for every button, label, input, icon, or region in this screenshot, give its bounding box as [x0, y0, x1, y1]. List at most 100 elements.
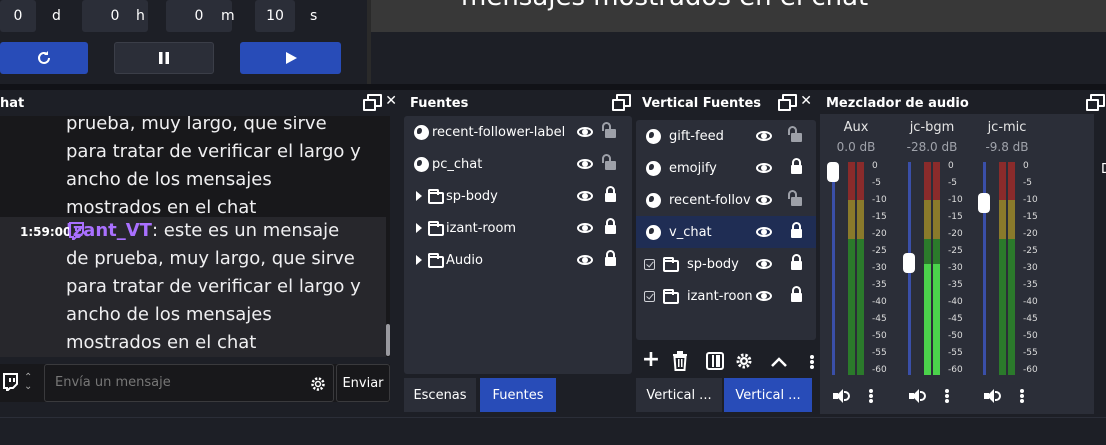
lock-icon[interactable]	[791, 286, 802, 302]
scale-label: -40	[872, 297, 887, 307]
float-icon[interactable]	[363, 94, 383, 111]
expand-caret-icon[interactable]	[416, 191, 422, 201]
source-label: Audio	[446, 252, 483, 268]
scale-label: -5	[872, 178, 881, 188]
eye-icon[interactable]	[577, 159, 593, 169]
vsource-item-recent-follower[interactable]: recent-follov	[636, 184, 816, 216]
expand-caret-icon[interactable]	[416, 223, 422, 233]
source-label: recent-follower-label	[432, 124, 566, 140]
seconds-unit: s	[310, 8, 318, 24]
float-icon[interactable]	[778, 94, 798, 111]
add-icon[interactable]: +	[640, 349, 662, 372]
channel-menu-button[interactable]	[1011, 383, 1033, 409]
expand-caret-icon[interactable]	[416, 255, 422, 265]
twitch-icon[interactable]	[2, 373, 18, 391]
send-button[interactable]: Enviar	[336, 364, 390, 402]
lock-open-icon[interactable]	[602, 122, 616, 138]
mute-button[interactable]	[981, 383, 1005, 409]
fader-track[interactable]	[832, 162, 835, 375]
eye-icon[interactable]	[756, 163, 772, 173]
float-icon[interactable]	[1086, 94, 1105, 111]
source-item-izant-room[interactable]: izant-room	[404, 212, 632, 244]
more-icon	[945, 389, 949, 403]
scale-label: -45	[1023, 314, 1038, 324]
channel-menu-button[interactable]	[936, 383, 958, 409]
vertical-sources-titlebar: Vertical Fuentes ✕	[636, 90, 816, 116]
play-icon	[285, 52, 297, 64]
source-item-pc-chat[interactable]: pc_chat	[404, 148, 632, 180]
eye-icon[interactable]	[756, 259, 772, 269]
mute-button[interactable]	[830, 383, 854, 409]
close-icon[interactable]: ✕	[385, 94, 397, 108]
days-input[interactable]: 0	[0, 0, 36, 32]
mute-button[interactable]	[906, 383, 930, 409]
chat-scrollbar[interactable]	[386, 324, 390, 356]
vsource-item-izant-room[interactable]: izant-roon	[636, 280, 816, 312]
chat-input-placeholder: Envía un mensaje	[55, 375, 171, 390]
lock-open-icon[interactable]	[788, 190, 802, 206]
chat-panel: hat ✕ prueba, muy largo, que sirve para …	[0, 90, 401, 415]
lock-open-icon[interactable]	[788, 126, 802, 142]
vsource-item-v-chat[interactable]: v_chat	[636, 216, 816, 248]
eye-icon[interactable]	[577, 191, 593, 201]
vsource-item-sp-body[interactable]: sp-body	[636, 248, 816, 280]
channel-name: jc-bgm	[909, 120, 955, 135]
browser-icon	[646, 128, 661, 144]
channel-db: -9.8 dB	[985, 140, 1029, 154]
fader-handle[interactable]	[903, 252, 915, 273]
checkbox-icon[interactable]	[644, 290, 655, 302]
play-button[interactable]	[240, 42, 341, 74]
eye-icon[interactable]	[756, 291, 772, 301]
float-icon[interactable]	[612, 94, 631, 111]
source-item-sp-body[interactable]: sp-body	[404, 180, 632, 212]
filters-icon[interactable]	[706, 352, 724, 370]
more-icon[interactable]	[810, 355, 814, 369]
source-item-audio[interactable]: Audio	[404, 244, 632, 276]
tab-fuentes[interactable]: Fuentes	[480, 378, 556, 412]
speaker-icon	[984, 389, 1002, 403]
tab-vertical-fuentes[interactable]: Vertical ...	[724, 378, 812, 412]
gear-icon[interactable]	[735, 352, 753, 370]
tab-escenas[interactable]: Escenas	[404, 378, 476, 412]
vsource-item-emojify[interactable]: emojify	[636, 152, 816, 184]
eye-icon[interactable]	[577, 127, 593, 137]
lock-icon[interactable]	[791, 254, 802, 270]
seconds-input[interactable]: 10	[255, 0, 295, 32]
pause-button[interactable]	[114, 42, 214, 74]
scale-label: -20	[948, 229, 963, 239]
source-label: pc_chat	[432, 156, 483, 172]
eye-icon[interactable]	[756, 195, 772, 205]
settings-icon[interactable]	[309, 375, 327, 393]
eye-icon[interactable]	[756, 131, 772, 141]
lock-icon[interactable]	[605, 218, 616, 234]
scale-label: -15	[1023, 212, 1038, 222]
lock-icon[interactable]	[791, 222, 802, 238]
mixer-scrollbar-track	[1094, 114, 1106, 414]
chat-timestamp: 1:59:00	[20, 225, 72, 239]
scale-label: -10	[948, 195, 963, 205]
scale-label: -50	[948, 331, 963, 341]
scale-label: -30	[872, 263, 887, 273]
vsource-item-gift-feed[interactable]: gift-feed	[636, 120, 816, 152]
lock-open-icon[interactable]	[602, 154, 616, 170]
source-item-recent-follower-label[interactable]: recent-follower-label	[404, 116, 632, 148]
chevron-up-icon[interactable]	[770, 356, 788, 368]
fader-handle[interactable]	[978, 192, 990, 213]
lock-icon[interactable]	[605, 250, 616, 266]
browser-icon	[646, 160, 661, 176]
chat-input[interactable]: Envía un mensaje	[44, 364, 334, 402]
reset-button[interactable]	[0, 42, 88, 74]
chevron-updown-icon[interactable]: ⌃ ⌄	[24, 373, 32, 392]
scale-label: -60	[872, 365, 887, 375]
eye-icon[interactable]	[577, 255, 593, 265]
lock-icon[interactable]	[791, 158, 802, 174]
channel-menu-button[interactable]	[860, 383, 882, 409]
trash-icon[interactable]	[671, 351, 689, 371]
checkbox-icon[interactable]	[644, 258, 655, 270]
lock-icon[interactable]	[605, 186, 616, 202]
close-icon[interactable]: ✕	[800, 94, 812, 108]
tab-vertical-escenas[interactable]: Vertical ...	[636, 378, 722, 412]
eye-icon[interactable]	[577, 223, 593, 233]
eye-icon[interactable]	[756, 227, 772, 237]
fader-handle[interactable]	[827, 162, 839, 182]
